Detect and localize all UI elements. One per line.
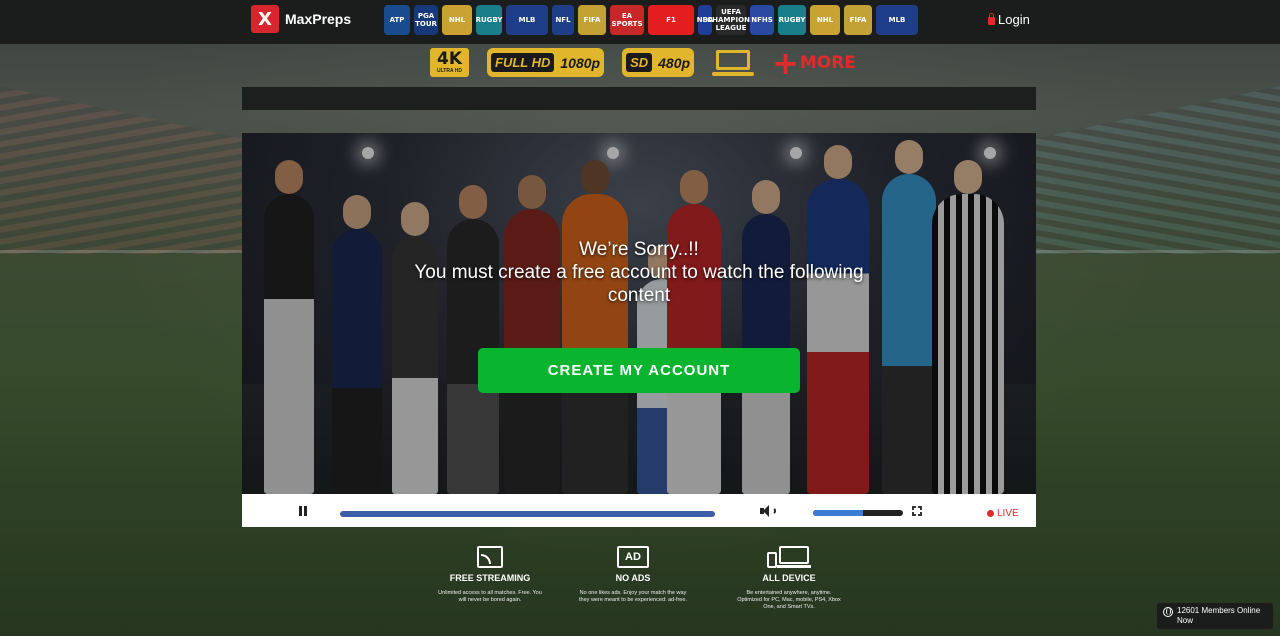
- more-label: MORE: [799, 52, 856, 73]
- feature-title: ALL DEVICE: [762, 573, 816, 583]
- no-ads-icon: AD: [617, 546, 649, 568]
- player-overlay: [242, 133, 1036, 494]
- feature-title: FREE STREAMING: [449, 573, 531, 583]
- mlb-icon[interactable]: MLB: [876, 5, 918, 35]
- multi-device-icon: [712, 48, 755, 77]
- full-hd-resolution: 1080p: [560, 54, 601, 71]
- plus-icon: +: [772, 43, 799, 82]
- title-strip: [242, 87, 1036, 110]
- nhl-icon[interactable]: NHL: [442, 5, 472, 35]
- sd-badge: SD 480p: [622, 48, 695, 77]
- ea-sports-icon[interactable]: EA SPORTS: [610, 5, 644, 35]
- lock-icon: [988, 12, 995, 25]
- members-online-text: 12601 Members Online Now: [1177, 606, 1261, 625]
- create-account-button[interactable]: CREATE MY ACCOUNT: [478, 348, 800, 393]
- live-indicator: LIVE: [987, 508, 1019, 519]
- quality-options: 4K ULTRA HD FULL HD 1080p SD 480p + MORE: [430, 43, 856, 82]
- brand-name: MaxPreps: [285, 11, 352, 27]
- all-devices-icon: [767, 546, 811, 568]
- rugby-icon[interactable]: RUGBY: [476, 5, 502, 35]
- volume-icon[interactable]: [760, 505, 776, 517]
- pga-tour-icon[interactable]: PGA TOUR: [414, 5, 438, 35]
- nfhs-icon[interactable]: NFHS: [750, 5, 774, 35]
- feature-desc: No one likes ads. Enjoy your match the w…: [579, 590, 687, 603]
- champions-league-icon[interactable]: UEFA CHAMPIONS LEAGUE: [707, 5, 755, 35]
- login-link[interactable]: Login: [988, 12, 1030, 27]
- live-dot-icon: [987, 510, 994, 517]
- uhd-4k-badge: 4K ULTRA HD: [430, 48, 469, 77]
- league-logos: ATP PGA TOUR NHL RUGBY MLB NFL FIFA EA SPORTS F1…: [384, 5, 918, 35]
- full-hd-badge: FULL HD 1080p: [487, 48, 605, 77]
- brand[interactable]: X MaxPreps: [251, 5, 351, 33]
- full-hd-tag: FULL HD: [491, 53, 555, 72]
- login-label: Login: [998, 12, 1030, 27]
- stadium-stand-left: [0, 86, 242, 254]
- feature-desc: Unlimited access to all matches. Free. Y…: [438, 590, 542, 603]
- rugby-icon[interactable]: RUGBY: [778, 5, 806, 35]
- nhl-icon[interactable]: NHL: [810, 5, 840, 35]
- members-online-widget[interactable]: 12601 Members Online Now: [1157, 603, 1273, 629]
- progress-bar[interactable]: [340, 511, 715, 517]
- feature-title: NO ADS: [615, 573, 651, 583]
- fullscreen-icon[interactable]: [912, 506, 922, 516]
- cast-icon: [477, 546, 503, 568]
- uhd-badge-big: 4K: [436, 49, 462, 69]
- more-badge: + MORE: [772, 43, 856, 82]
- stadium-stand-right: [1036, 86, 1280, 254]
- atp-icon[interactable]: ATP: [384, 5, 410, 35]
- feature-all-device: ALL DEVICE Be entertained anywhere, anyt…: [724, 544, 854, 611]
- feature-no-ads: AD NO ADS No one likes ads. Enjoy your m…: [568, 544, 698, 604]
- uhd-badge-small: ULTRA HD: [437, 68, 462, 74]
- volume-slider[interactable]: [813, 510, 903, 516]
- volume-slider-fill: [813, 510, 863, 516]
- fifa-icon[interactable]: FIFA: [844, 5, 872, 35]
- globe-icon: [1163, 607, 1173, 617]
- player-controls: LIVE: [242, 494, 1036, 527]
- feature-free-streaming: FREE STREAMING Unlimited access to all m…: [425, 544, 555, 604]
- mlb-icon[interactable]: MLB: [506, 5, 548, 35]
- signup-message: We’re Sorry..!! You must create a free a…: [242, 238, 1036, 307]
- pause-icon[interactable]: [299, 506, 307, 516]
- features: FREE STREAMING Unlimited access to all m…: [420, 544, 860, 624]
- video-player[interactable]: We’re Sorry..!! You must create a free a…: [242, 133, 1036, 494]
- nfl-icon[interactable]: NFL: [552, 5, 574, 35]
- sorry-body: You must create a free account to watch …: [414, 262, 864, 306]
- sd-tag: SD: [626, 53, 653, 72]
- top-nav: X MaxPreps ATP PGA TOUR NHL RUGBY MLB NFL FIFA…: [0, 0, 1280, 44]
- brand-logo-icon: X: [251, 5, 279, 33]
- sd-resolution: 480p: [658, 54, 691, 71]
- formula1-icon[interactable]: F1: [648, 5, 694, 35]
- feature-desc: Be entertained anywhere, anytime. Optimi…: [737, 590, 841, 610]
- sorry-heading: We’re Sorry..!!: [579, 239, 699, 260]
- fifa-icon[interactable]: FIFA: [578, 5, 606, 35]
- live-label: LIVE: [997, 508, 1019, 519]
